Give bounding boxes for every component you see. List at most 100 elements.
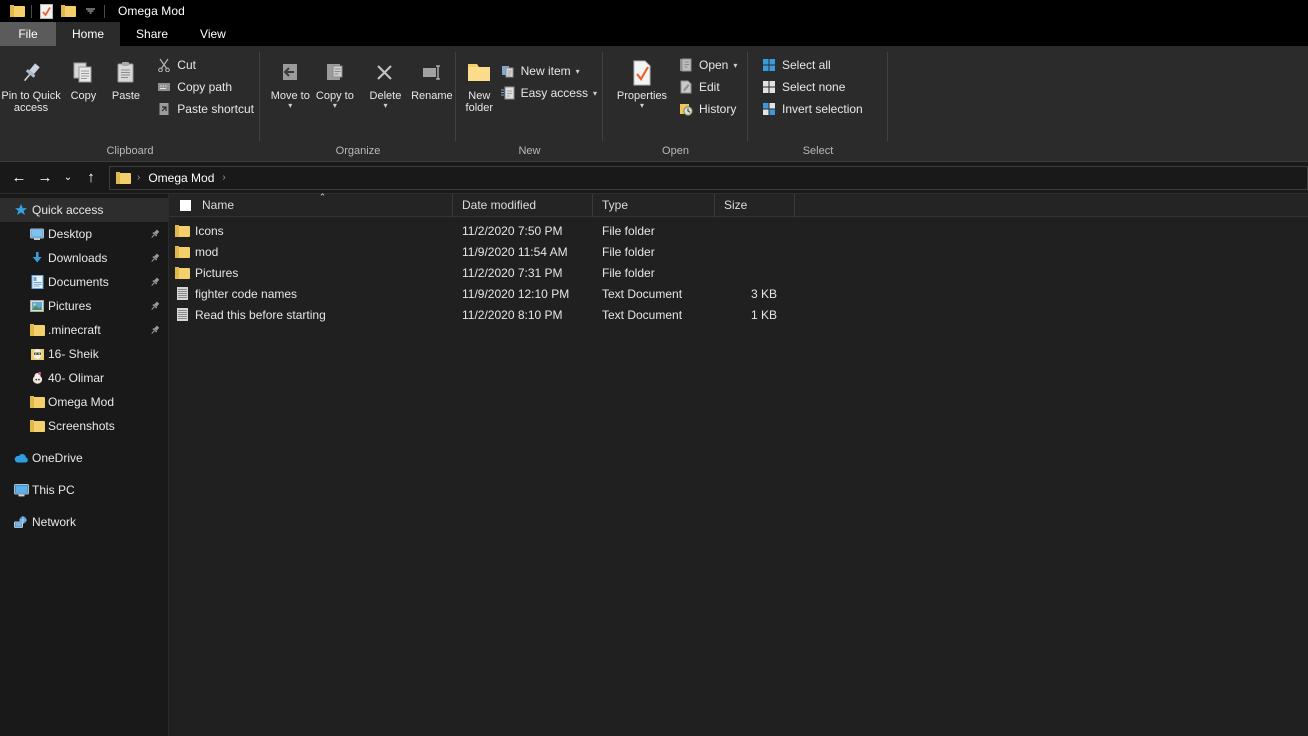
clipboard-small-buttons: Cut Copy path Paste shortcut — [153, 52, 260, 120]
tab-share[interactable]: Share — [120, 22, 184, 46]
sidebar-item-16-sheik[interactable]: 16- Sheik — [0, 342, 168, 366]
column-header-size[interactable]: Size — [715, 193, 795, 217]
move-to-caret-icon: ▾ — [288, 101, 293, 110]
delete-icon — [372, 56, 398, 90]
sidebar-item-40-olimar[interactable]: 40- Olimar — [0, 366, 168, 390]
table-row[interactable]: Pictures 11/2/2020 7:31 PM File folder — [169, 262, 1308, 283]
new-item-button[interactable]: New item ▾ — [497, 60, 603, 82]
ribbon-group-label-open: Open — [662, 145, 689, 157]
paste-shortcut-button[interactable]: Paste shortcut — [153, 98, 260, 120]
sidebar-item-onedrive[interactable]: OneDrive — [0, 446, 168, 470]
qat-folder-icon[interactable] — [6, 1, 28, 21]
sidebar-item-pictures[interactable]: Pictures — [0, 294, 168, 318]
tab-home[interactable]: Home — [56, 22, 121, 46]
qat-new-folder-icon[interactable] — [57, 1, 79, 21]
easy-access-caret-icon: ▾ — [592, 88, 597, 98]
pin-icon[interactable] — [148, 325, 162, 336]
easy-access-button[interactable]: Easy access ▾ — [497, 82, 603, 104]
file-name-cell: Read this before starting — [169, 308, 453, 322]
column-header-name-label: Name — [202, 198, 235, 212]
table-row[interactable]: Icons 11/2/2020 7:50 PM File folder — [169, 220, 1308, 241]
file-size-cell: 1 KB — [750, 307, 777, 322]
select-all-button[interactable]: Select all — [758, 54, 869, 76]
qat-properties-icon[interactable] — [35, 1, 57, 21]
file-size-cell: 3 KB — [750, 286, 777, 301]
sidebar-label-documents: Documents — [48, 275, 109, 289]
edit-button[interactable]: Edit — [675, 76, 743, 98]
column-header-date-modified[interactable]: Date modified — [453, 193, 593, 217]
paste-button[interactable]: Paste — [105, 52, 148, 102]
tab-file[interactable]: File — [0, 22, 56, 46]
rename-button[interactable]: Rename — [408, 52, 456, 102]
open-button[interactable]: Open ▾ — [675, 54, 743, 76]
copy-path-button[interactable]: Copy path — [153, 76, 260, 98]
sidebar-item-documents[interactable]: Documents — [0, 270, 168, 294]
file-name-cell: Pictures — [169, 266, 453, 280]
pin-icon[interactable] — [148, 253, 162, 264]
table-row[interactable]: Read this before starting 11/2/2020 8:10… — [169, 304, 1308, 325]
sidebar-label-onedrive: OneDrive — [32, 451, 83, 465]
sidebar-label-quick-access: Quick access — [32, 203, 104, 217]
select-all-checkbox[interactable] — [169, 194, 193, 217]
table-row[interactable]: fighter code names 11/9/2020 12:10 PM Te… — [169, 283, 1308, 304]
sidebar-label-pictures: Pictures — [48, 299, 92, 313]
explorer-body: Quick access Desktop Downloads Documents… — [0, 192, 1308, 736]
sidebar-item-quick-access[interactable]: Quick access — [0, 198, 168, 222]
ribbon-group-label-clipboard: Clipboard — [106, 145, 154, 157]
invert-selection-button[interactable]: Invert selection — [758, 98, 869, 120]
recent-locations-icon[interactable]: ⌄ — [58, 165, 78, 191]
breadcrumb-separator-icon: › — [137, 172, 141, 183]
tab-view[interactable]: View — [184, 22, 242, 46]
breadcrumb[interactable]: › Omega Mod › — [109, 165, 1308, 190]
sidebar-item-network[interactable]: Network — [0, 510, 168, 534]
sidebar-item-omega-mod[interactable]: Omega Mod — [0, 390, 168, 414]
file-name-cell: fighter code names — [169, 287, 453, 301]
copy-label: Copy — [70, 90, 97, 102]
back-arrow-icon[interactable]: ← — [6, 165, 32, 191]
column-header-type[interactable]: Type — [593, 193, 715, 217]
ribbon-group-label-select: Select — [802, 145, 834, 157]
up-arrow-icon[interactable]: ↑ — [78, 165, 104, 191]
breadcrumb-item-omega-mod[interactable]: Omega Mod — [146, 171, 216, 185]
file-type-cell: Text Document — [602, 286, 683, 301]
sidebar-item-minecraft[interactable]: .minecraft — [0, 318, 168, 342]
copy-to-button[interactable]: Copy to ▾ — [313, 52, 358, 110]
sidebar-item-screenshots[interactable]: Screenshots — [0, 414, 168, 438]
column-header-name[interactable]: ⌃ Name — [193, 192, 453, 217]
pin-icon[interactable] — [148, 301, 162, 312]
pin-to-quick-access-button[interactable]: Pin to Quick access — [0, 52, 62, 114]
cut-button[interactable]: Cut — [153, 54, 260, 76]
history-button[interactable]: History — [675, 98, 743, 120]
sidebar-item-this-pc[interactable]: This PC — [0, 478, 168, 502]
new-item-label: New item — [520, 64, 571, 78]
sidebar-item-downloads[interactable]: Downloads — [0, 246, 168, 270]
move-to-button[interactable]: Move to ▾ — [268, 52, 313, 110]
ribbon-group-new: New folder New item ▾ Easy access ▾ New — [456, 46, 603, 161]
invert-selection-label: Invert selection — [782, 102, 863, 116]
network-icon — [10, 515, 32, 529]
copy-button[interactable]: Copy — [62, 52, 105, 102]
folder-thumb-olimar-icon — [26, 371, 48, 385]
sidebar-item-desktop[interactable]: Desktop — [0, 222, 168, 246]
delete-button[interactable]: Delete ▾ — [363, 52, 408, 110]
properties-button[interactable]: Properties ▾ — [611, 52, 673, 110]
new-folder-button[interactable]: New folder — [464, 52, 495, 114]
navigation-pane: Quick access Desktop Downloads Documents… — [0, 194, 169, 736]
table-row[interactable]: mod 11/9/2020 11:54 AM File folder — [169, 241, 1308, 262]
forward-arrow-icon[interactable]: → — [32, 165, 58, 191]
pin-icon[interactable] — [148, 229, 162, 240]
properties-icon — [629, 56, 655, 90]
column-header-size-label: Size — [724, 198, 748, 212]
file-type-cell: File folder — [602, 223, 655, 238]
select-none-button[interactable]: Select none — [758, 76, 869, 98]
pin-icon[interactable] — [148, 277, 162, 288]
copy-to-icon — [322, 56, 348, 90]
paste-shortcut-icon — [153, 102, 175, 116]
ribbon-filler — [888, 46, 1308, 161]
sidebar-gap-3 — [0, 502, 168, 510]
file-rows: Icons 11/2/2020 7:50 PM File folder mod … — [169, 217, 1308, 736]
qat-customize-dropdown-icon[interactable] — [79, 1, 101, 21]
breadcrumb-separator-icon-2[interactable]: › — [216, 172, 231, 183]
downloads-icon — [26, 251, 48, 265]
sidebar-label-40-olimar: 40- Olimar — [48, 371, 105, 385]
